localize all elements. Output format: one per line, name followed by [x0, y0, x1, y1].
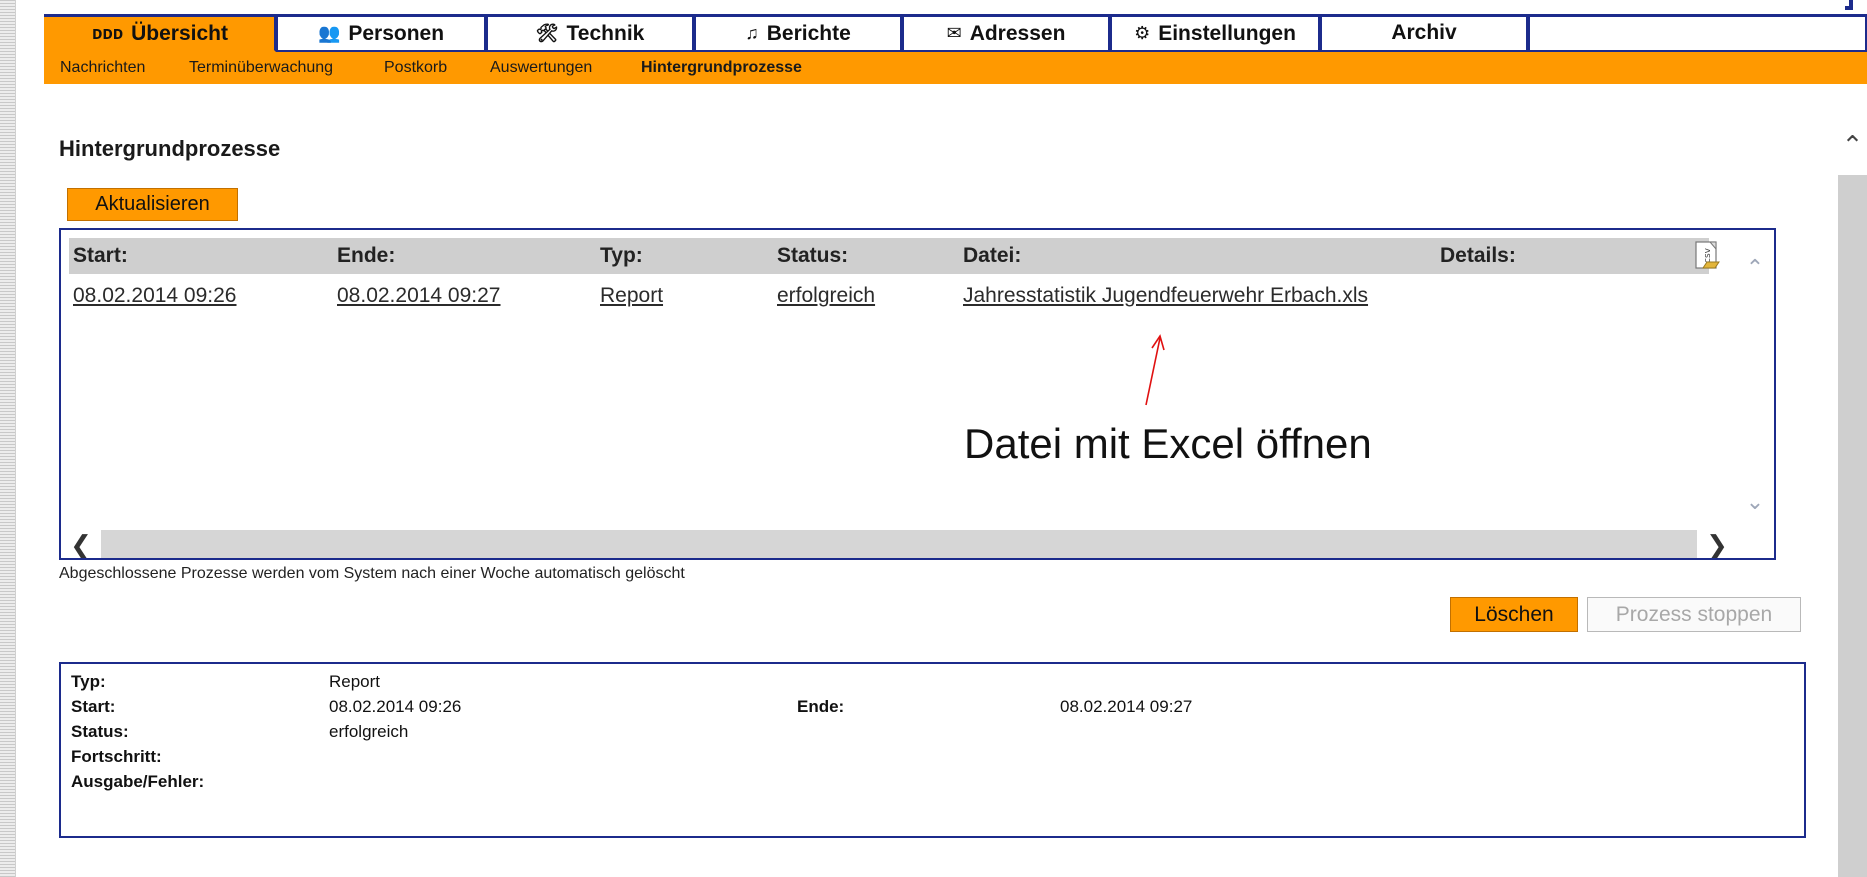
- tab-label: Personen: [348, 21, 445, 45]
- envelope-icon: ✉: [946, 23, 962, 43]
- tab-label: Archiv: [1391, 21, 1457, 44]
- column-header-details: Details:: [1440, 244, 1516, 267]
- svg-text:csv: csv: [1703, 247, 1713, 263]
- page-scroll-up-icon[interactable]: ⌃: [1838, 115, 1867, 175]
- table-header: Start: Ende: Typ: Status: Datei: Details…: [69, 238, 1709, 274]
- detail-end-label: Ende:: [797, 697, 845, 716]
- row-end-link[interactable]: 08.02.2014 09:27: [337, 284, 501, 308]
- tab-label: Adressen: [969, 21, 1066, 45]
- scroll-left-icon[interactable]: ❮: [61, 530, 101, 558]
- overview-icon: ᴅᴅᴅ: [92, 23, 124, 43]
- detail-output-label: Ausgabe/Fehler:: [71, 772, 205, 791]
- main-tab-bar: ᴅᴅᴅ Übersicht 👥 Personen 🛠 Technik ♫ Ber…: [44, 14, 1867, 52]
- detail-status-label: Status:: [71, 722, 129, 741]
- page-title: Hintergrundprozesse: [59, 136, 281, 161]
- subnav-postkorb[interactable]: Postkorb: [384, 59, 447, 77]
- tab-berichte[interactable]: ♫ Berichte: [694, 17, 902, 52]
- annotation-arrow-icon: [1145, 334, 1165, 406]
- tab-personen[interactable]: 👥 Personen: [276, 17, 486, 52]
- table-horizontal-scrollbar[interactable]: ❮ ❯: [61, 530, 1737, 558]
- detail-start-value: 08.02.2014 09:26: [329, 697, 462, 716]
- tab-label: Einstellungen: [1158, 21, 1296, 45]
- gear-icon: ⚙: [1134, 23, 1151, 43]
- detail-type-value: Report: [329, 672, 381, 691]
- tab-adressen[interactable]: ✉ Adressen: [902, 17, 1110, 52]
- row-start-link[interactable]: 08.02.2014 09:26: [73, 284, 237, 308]
- scroll-up-icon[interactable]: ⌃: [1743, 255, 1767, 280]
- column-header-end: Ende:: [337, 244, 396, 267]
- csv-export-icon[interactable]: csv: [1693, 240, 1723, 272]
- row-file-link[interactable]: Jahresstatistik Jugendfeuerwehr Erbach.x…: [963, 284, 1368, 308]
- detail-type-label: Typ:: [71, 672, 106, 691]
- left-edge-stripe: [0, 0, 16, 877]
- stop-process-button: Prozess stoppen: [1587, 597, 1801, 632]
- tools-icon: 🛠: [535, 23, 559, 43]
- detail-progress-label: Fortschritt:: [71, 747, 162, 766]
- scroll-down-icon[interactable]: ⌄: [1743, 489, 1767, 514]
- column-header-file: Datei:: [963, 244, 1022, 267]
- tab-label: Übersicht: [131, 21, 228, 45]
- tab-empty[interactable]: [1528, 17, 1867, 52]
- delete-button[interactable]: Löschen: [1450, 597, 1578, 632]
- tab-technik[interactable]: 🛠 Technik: [486, 17, 694, 52]
- column-header-type: Typ:: [600, 244, 643, 267]
- subnav-hintergrundprozesse[interactable]: Hintergrundprozesse: [641, 59, 802, 77]
- table-row[interactable]: 08.02.2014 09:26 08.02.2014 09:27 Report…: [69, 278, 1709, 314]
- tab-einstellungen[interactable]: ⚙ Einstellungen: [1110, 17, 1320, 52]
- page-vertical-scrollbar[interactable]: ⌃: [1838, 115, 1867, 877]
- row-type-link[interactable]: Report: [600, 284, 663, 308]
- subnav-terminueberwachung[interactable]: Terminüberwachung: [189, 59, 333, 77]
- annotation-text: Datei mit Excel öffnen: [964, 420, 1372, 467]
- subnav-auswertungen[interactable]: Auswertungen: [490, 59, 592, 77]
- tab-archiv[interactable]: Archiv: [1320, 17, 1528, 52]
- subnav-nachrichten[interactable]: Nachrichten: [60, 59, 145, 77]
- column-header-status: Status:: [777, 244, 849, 267]
- process-table: Start: Ende: Typ: Status: Datei: Details…: [59, 228, 1776, 560]
- row-status-link[interactable]: erfolgreich: [777, 284, 875, 308]
- sub-navigation: Nachrichten Terminüberwachung Postkorb A…: [44, 52, 1867, 84]
- table-vertical-scrollbar[interactable]: ⌃ ⌄: [1737, 250, 1773, 550]
- scroll-right-icon[interactable]: ❯: [1697, 530, 1737, 558]
- detail-start-label: Start:: [71, 697, 116, 716]
- tab-uebersicht[interactable]: ᴅᴅᴅ Übersicht: [44, 17, 276, 52]
- people-icon: 👥: [317, 23, 341, 43]
- tab-label: Berichte: [766, 21, 851, 45]
- auto-delete-note: Abgeschlossene Prozesse werden vom Syste…: [59, 565, 685, 582]
- detail-status-value: erfolgreich: [329, 722, 409, 741]
- detail-end-value: 08.02.2014 09:27: [1060, 697, 1193, 716]
- tab-label: Technik: [566, 21, 645, 45]
- column-header-start: Start:: [73, 244, 128, 267]
- corner-mark: [1845, 0, 1853, 10]
- refresh-button[interactable]: Aktualisieren: [67, 188, 238, 221]
- process-details-panel: Typ: Report Start: 08.02.2014 09:26 Ende…: [59, 662, 1806, 838]
- report-icon: ♫: [745, 23, 759, 43]
